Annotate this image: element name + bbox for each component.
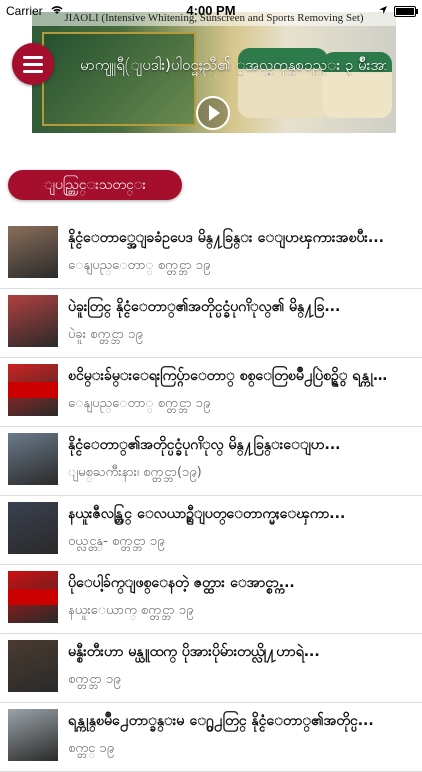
news-title: ၿငိမ္းခ်မ္းေရးကြပ္ဂ်ာေတာ္ စစ္ေတြၿမိဳ႕ပြဲ… (68, 368, 394, 384)
news-list-item[interactable]: မန္စီးတီးဟာ မန္ယူထက္ ပိုအားပိုမ်ားတယ္လို… (0, 634, 422, 703)
news-banner-graphic (8, 589, 58, 605)
news-list-item[interactable]: ရန္ကုန္ၿမိဳ႕ေတာ္ခန္းမ ေ႐ွ႕တြင္ နိုင္ငံေတ… (0, 703, 422, 772)
news-thumbnail (8, 364, 58, 416)
news-meta: ေနျပည္ေတာ္ စက္တင္ဘာ ၁၉ (68, 258, 211, 273)
play-icon[interactable] (196, 96, 230, 130)
news-title: နိုင္ငံေတာ္၏အတိုင္ပင္ခံပုဂၢိုလ္ မိန္႔ခြန… (68, 437, 341, 453)
news-thumbnail (8, 571, 58, 623)
news-list-item[interactable]: ၿငိမ္းခ်မ္းေရးကြပ္ဂ်ာေတာ္ စစ္ေတြၿမိဳ႕ပြဲ… (0, 358, 422, 427)
news-thumbnail (8, 502, 58, 554)
news-title: မန္စီးတီးဟာ မန္ယူထက္ ပိုအားပိုမ်ားတယ္လို… (68, 644, 320, 660)
location-arrow-icon (378, 4, 388, 18)
news-meta: နယူးေယာက္ စက္တင္ဘာ ၁၉ (68, 603, 194, 618)
news-meta: ပဲခူး စက္တင္ဘာ ၁၉ (68, 327, 143, 342)
news-thumbnail (8, 709, 58, 761)
news-thumbnail (8, 226, 58, 278)
news-thumbnail (8, 433, 58, 485)
domestic-news-button[interactable]: ျပည္တြင္းသတင္း (8, 170, 182, 200)
hamburger-menu-icon[interactable] (12, 43, 54, 85)
hero-product-image (42, 32, 196, 126)
hero-title: မာကျူရီ(ျပဒါး)ပါ၀င္မႈညီ၏ ့အလွကုန္ပစၥည္း … (80, 56, 386, 74)
news-meta: စက္တင္ဘာ ၁၉ (68, 672, 121, 687)
news-title: ပိုေပါ့ခ်က္ျဖစ္ေနတဲ့ ဇတ္ထား ေအာင္စ္ကာ... (68, 575, 295, 591)
news-list-item[interactable]: ပိုေပါ့ခ်က္ျဖစ္ေနတဲ့ ဇတ္ထား ေအာင္စ္ကာ...… (0, 565, 422, 634)
status-time: 4:00 PM (186, 3, 236, 18)
hero-video-card[interactable]: JIAOLI (Intensive Whitening, Sunscreen a… (32, 12, 396, 133)
news-meta: ျမစ္ႀကီးနား၊ စက္တင္ဘာ(၁၉) (68, 465, 202, 480)
news-meta: ေနျပည္ေတာ္ စက္တင္ဘာ ၁၉ (68, 396, 211, 411)
news-list-item[interactable]: နိုင္ငံေတာ္အေျခခံဥပေဒ မိန္႔ခြန္း ေျပာၾကာ… (0, 220, 422, 289)
news-title: ရန္ကုန္ၿမိဳ႕ေတာ္ခန္းမ ေ႐ွ႕တြင္ နိုင္ငံေတ… (68, 713, 374, 729)
news-thumbnail (8, 640, 58, 692)
news-title: ပဲခူးတြင္ နိုင္ငံေတာ္၏အတိုင္ပင္ခံပုဂၢိုလ… (68, 299, 341, 315)
news-title: နိုင္ငံေတာ္အေျခခံဥပေဒ မိန္႔ခြန္း ေျပာၾကာ… (68, 230, 384, 246)
news-meta: ဝယ္လင္တန္- စက္တင္ဘာ ၁၉ (68, 534, 165, 549)
news-list-item[interactable]: ပဲခူးတြင္ နိုင္ငံေတာ္၏အတိုင္ပင္ခံပုဂၢိုလ… (0, 289, 422, 358)
news-list-item[interactable]: နိုင္ငံေတာ္၏အတိုင္ပင္ခံပုဂၢိုလ္ မိန္႔ခြန… (0, 427, 422, 496)
news-banner-graphic (8, 382, 58, 398)
news-list-item[interactable]: နယူးဇီလန္တြင္ ေလယာဥ္ဆီျပတ္ေတာက္မႈေၾကာ...… (0, 496, 422, 565)
news-list: နိုင္ငံေတာ္အေျခခံဥပေဒ မိန္႔ခြန္း ေျပာၾကာ… (0, 220, 422, 772)
status-bar: Carrier 4:00 PM (0, 0, 422, 22)
news-thumbnail (8, 295, 58, 347)
battery-icon (394, 6, 418, 17)
news-title: နယူးဇီလန္တြင္ ေလယာဥ္ဆီျပတ္ေတာက္မႈေၾကာ... (68, 506, 346, 522)
